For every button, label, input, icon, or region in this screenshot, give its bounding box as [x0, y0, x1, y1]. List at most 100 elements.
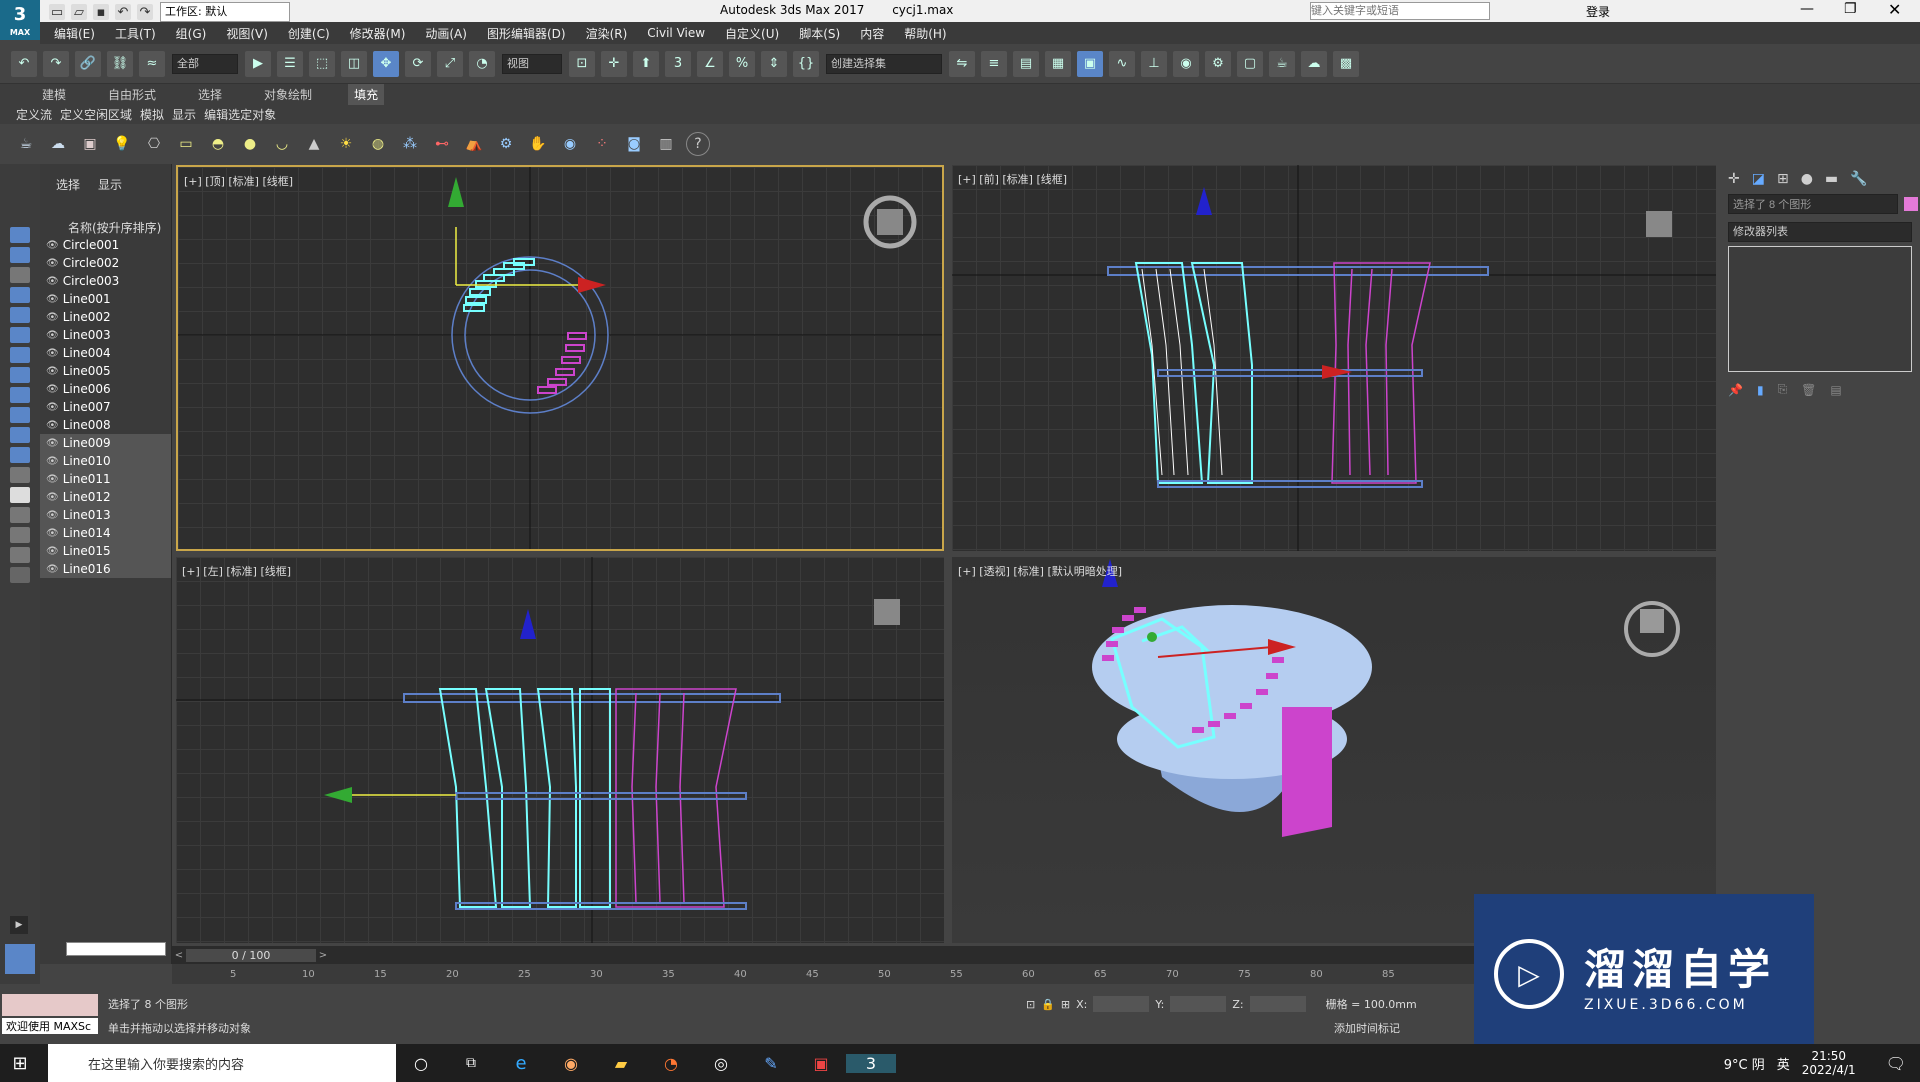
align-icon[interactable]: ≡	[981, 50, 1007, 77]
palette-icon[interactable]: ⁘	[590, 132, 614, 156]
cloud-icon[interactable]: ☁	[46, 132, 70, 156]
ribbon-tab-0[interactable]: 建模	[36, 84, 72, 105]
scene-tab-0[interactable]: 选择	[56, 176, 80, 193]
gear-icon[interactable]: ⚙	[494, 132, 518, 156]
display-tab-icon[interactable]: ▬	[1825, 171, 1838, 187]
help-icon[interactable]: ?	[686, 132, 710, 156]
layer-explorer-icon[interactable]: ▦	[1045, 50, 1071, 77]
menu-item-6[interactable]: 动画(A)	[425, 25, 467, 42]
ribbon-subtab-4[interactable]: 编辑选定对象	[204, 106, 276, 123]
app-logo[interactable]: 3 MAX	[0, 0, 40, 40]
make-unique-icon[interactable]: ⎘	[1778, 382, 1788, 397]
y-field[interactable]	[1170, 996, 1227, 1012]
z-field[interactable]	[1249, 996, 1306, 1012]
visibility-eye-icon[interactable]: 👁	[46, 402, 59, 413]
menu-item-4[interactable]: 创建(C)	[288, 25, 330, 42]
filter-cameras-icon[interactable]	[10, 287, 30, 303]
scene-list-item[interactable]: 👁 Line006	[40, 380, 171, 398]
scene-list-item[interactable]: 👁 Line004	[40, 344, 171, 362]
bowl-icon[interactable]: ◡	[270, 132, 294, 156]
scene-list-item[interactable]: 👁 Circle001	[40, 236, 171, 254]
scene-tab-1[interactable]: 显示	[98, 176, 122, 193]
pivot-icon[interactable]: ⊡	[569, 50, 595, 77]
cortana-icon[interactable]: ○	[396, 1054, 446, 1073]
add-time-tag[interactable]: 添加时间标记	[1334, 1020, 1400, 1036]
filter-frozen-icon[interactable]	[10, 427, 30, 443]
filter-icon[interactable]	[10, 547, 30, 563]
ribbon-tab-4[interactable]: 填充	[348, 83, 385, 105]
display-all-icon[interactable]	[10, 467, 30, 483]
notification-icon[interactable]: 🗨	[1886, 1054, 1906, 1073]
visibility-eye-icon[interactable]: 👁	[46, 564, 59, 575]
selection-name-field[interactable]	[1728, 194, 1898, 214]
visibility-eye-icon[interactable]: 👁	[46, 258, 59, 269]
menu-item-13[interactable]: 帮助(H)	[904, 25, 946, 42]
scene-list-item[interactable]: 👁 Line003	[40, 326, 171, 344]
create-tab-icon[interactable]: ✛	[1728, 171, 1740, 187]
scene-list-item[interactable]: 👁 Line008	[40, 416, 171, 434]
scene-list-header[interactable]: 名称(按升序排序)	[40, 193, 171, 236]
percent-snap-icon[interactable]: %	[729, 50, 755, 77]
menu-item-10[interactable]: 自定义(U)	[725, 25, 779, 42]
filter-containers-icon[interactable]	[10, 407, 30, 423]
scene-list-item[interactable]: 👁 Line001	[40, 290, 171, 308]
layer-icon[interactable]	[10, 567, 30, 583]
visibility-eye-icon[interactable]: 👁	[46, 294, 59, 305]
invert-icon[interactable]	[10, 507, 30, 523]
motion-tab-icon[interactable]: ●	[1801, 171, 1813, 187]
sun-icon[interactable]: ☀	[334, 132, 358, 156]
workspace-select[interactable]: 工作区: 默认	[160, 2, 290, 22]
maximize-button[interactable]: ❐	[1844, 1, 1857, 17]
unlink-icon[interactable]: ⛓	[107, 50, 133, 77]
selection-filter[interactable]: 全部	[172, 53, 238, 74]
visibility-eye-icon[interactable]: 👁	[46, 240, 59, 251]
scene-list-item[interactable]: 👁 Line007	[40, 398, 171, 416]
ribbon-subtab-3[interactable]: 显示	[172, 106, 196, 123]
visibility-eye-icon[interactable]: 👁	[46, 474, 59, 485]
prev-frame-icon[interactable]: <	[172, 950, 186, 961]
menu-item-0[interactable]: 编辑(E)	[54, 25, 95, 42]
visibility-eye-icon[interactable]: 👁	[46, 438, 59, 449]
render-cloud-icon[interactable]: ☁	[1301, 50, 1327, 77]
scene-list-item[interactable]: 👁 Line005	[40, 362, 171, 380]
filter-spacewarps-icon[interactable]	[10, 327, 30, 343]
search-input[interactable]	[1310, 2, 1490, 20]
filter-groups-icon[interactable]	[10, 347, 30, 363]
tent-icon[interactable]: ⛺	[462, 132, 486, 156]
ribbon-subtab-0[interactable]: 定义流	[16, 106, 52, 123]
visibility-eye-icon[interactable]: 👁	[46, 384, 59, 395]
hand-icon[interactable]: ✋	[526, 132, 550, 156]
manipulate-icon[interactable]: ✛	[601, 50, 627, 77]
filter-xrefs-icon[interactable]	[10, 367, 30, 383]
visibility-eye-icon[interactable]: 👁	[46, 528, 59, 539]
visibility-eye-icon[interactable]: 👁	[46, 420, 59, 431]
clock[interactable]: 21:50 2022/4/1	[1802, 1049, 1856, 1077]
menu-item-8[interactable]: 渲染(R)	[586, 25, 628, 42]
ribbon-tab-2[interactable]: 选择	[192, 84, 228, 105]
menu-item-3[interactable]: 视图(V)	[226, 25, 268, 42]
render-frame-icon[interactable]: ▢	[1237, 50, 1263, 77]
scene-list-item[interactable]: 👁 Line009	[40, 434, 171, 452]
ribbon-tab-3[interactable]: 对象绘制	[258, 84, 318, 105]
plane-icon[interactable]: ▭	[174, 132, 198, 156]
pin-stack-icon[interactable]: 📌	[1728, 383, 1743, 397]
molecule-icon[interactable]: ⊷	[430, 132, 454, 156]
visibility-eye-icon[interactable]: 👁	[46, 348, 59, 359]
firefox-icon[interactable]: ◔	[646, 1054, 696, 1073]
viewport-top[interactable]: [+] [顶] [标准] [线框]	[176, 165, 944, 551]
app-icon[interactable]: ◉	[546, 1054, 596, 1073]
scene-list-item[interactable]: 👁 Line015	[40, 542, 171, 560]
scene-list-item[interactable]: 👁 Circle003	[40, 272, 171, 290]
login-link[interactable]: 登录	[1586, 3, 1610, 20]
keyboard-shortcut-icon[interactable]: ⬆	[633, 50, 659, 77]
redo-button[interactable]: ↷	[43, 50, 69, 77]
filter-bones-icon[interactable]	[10, 387, 30, 403]
viewport-front-label[interactable]: [+] [前] [标准] [线框]	[958, 171, 1067, 187]
menu-item-5[interactable]: 修改器(M)	[350, 25, 406, 42]
visibility-eye-icon[interactable]: 👁	[46, 366, 59, 377]
filter-shapes-icon[interactable]	[10, 247, 30, 263]
viewport-left-label[interactable]: [+] [左] [标准] [线框]	[182, 563, 291, 579]
named-selection-set[interactable]: 创建选择集	[826, 53, 942, 74]
material-sphere-icon[interactable]: ◉	[558, 132, 582, 156]
viewport-persp-label[interactable]: [+] [透视] [标准] [默认明暗处理]	[958, 563, 1122, 579]
